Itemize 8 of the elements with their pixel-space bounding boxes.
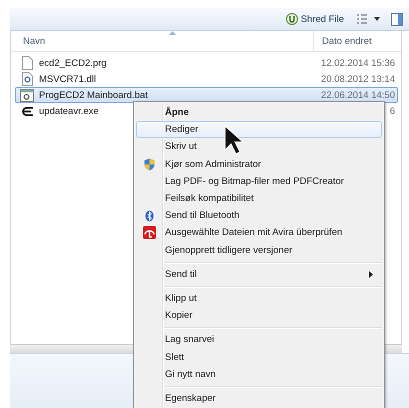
file-name: ProgECD2 Mainboard.bat [39, 90, 148, 100]
date-modified: 22.06.2014 14:50 [321, 90, 396, 100]
file-name: updateavr.exe [39, 106, 99, 116]
file-name: ecd2_ECD2.prg [39, 58, 107, 68]
date-modified: 12.02.2014 15:36 [321, 58, 396, 68]
date-modified: 20.08.2012 13:14 [321, 74, 396, 84]
file-name: MSVCR71.dll [39, 74, 96, 84]
date-modified: 6 [390, 106, 396, 116]
